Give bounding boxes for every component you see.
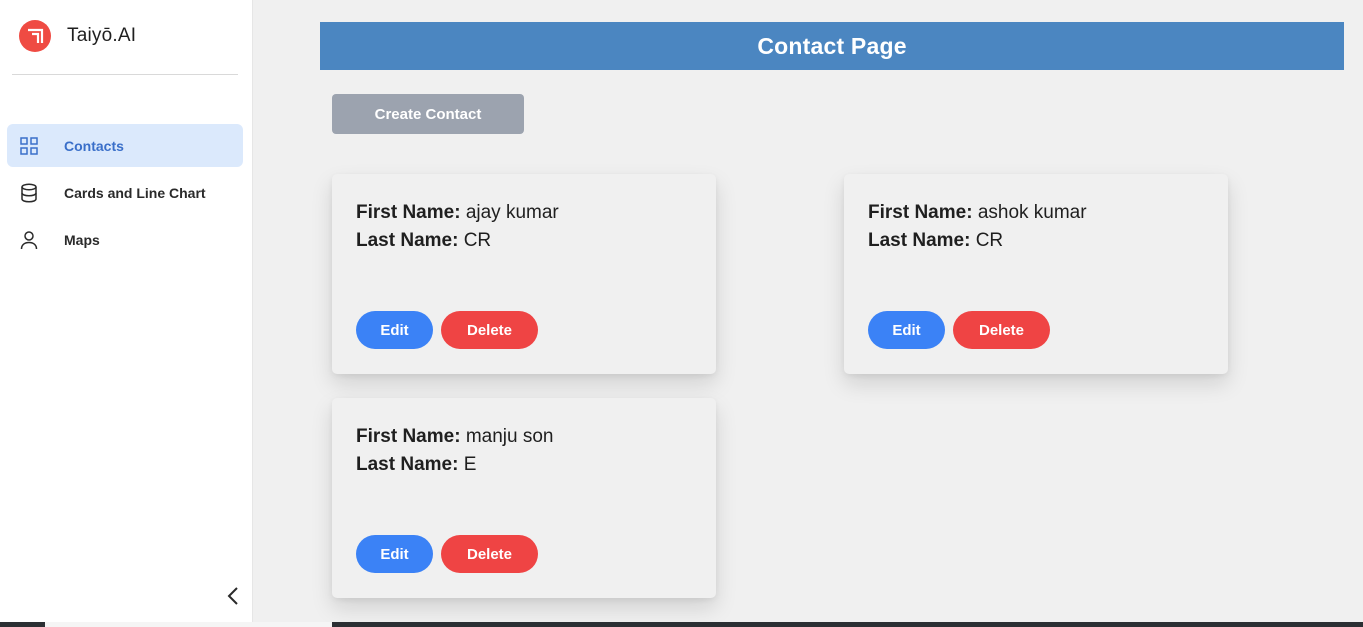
sidebar-item-cards-and-line-chart[interactable]: Cards and Line Chart	[7, 171, 243, 214]
sidebar-item-maps[interactable]: Maps	[7, 218, 243, 261]
first-name-row: First Name: manju son	[356, 426, 553, 448]
last-name-row: Last Name: CR	[868, 230, 1003, 252]
edit-button[interactable]: Edit	[356, 535, 433, 573]
first-name-label: First Name:	[356, 202, 461, 223]
database-icon	[19, 182, 39, 203]
brand-name: Taiyō.AI	[67, 25, 137, 46]
last-name-value: CR	[975, 230, 1004, 251]
last-name-row: Last Name: E	[356, 454, 476, 476]
edit-button[interactable]: Edit	[868, 311, 945, 349]
sidebar-nav: Contacts Cards and Line Chart Maps	[7, 124, 243, 265]
scrollbar-track	[45, 622, 332, 627]
chevron-left-icon	[227, 586, 239, 610]
first-name-value: manju son	[465, 426, 554, 447]
delete-button[interactable]: Delete	[441, 535, 538, 573]
contact-card: First Name: manju son Last Name: E Edit …	[332, 398, 716, 598]
edit-button[interactable]: Edit	[356, 311, 433, 349]
sidebar-item-label: Maps	[64, 231, 100, 248]
user-icon	[19, 230, 39, 250]
sidebar: Taiyō.AI Contacts Cards and Line Chart M…	[0, 0, 253, 622]
first-name-value: ashok kumar	[977, 202, 1087, 223]
collapse-sidebar-button[interactable]	[223, 586, 243, 610]
delete-button[interactable]: Delete	[441, 311, 538, 349]
grid-icon	[19, 136, 39, 156]
last-name-label: Last Name:	[868, 230, 971, 251]
sidebar-item-label: Cards and Line Chart	[64, 184, 206, 201]
contact-card: First Name: ajay kumar Last Name: CR Edi…	[332, 174, 716, 374]
app-root: Taiyō.AI Contacts Cards and Line Chart M…	[0, 0, 1363, 627]
page-header: Contact Page	[320, 22, 1344, 70]
page-title: Contact Page	[757, 32, 907, 59]
contact-card: First Name: ashok kumar Last Name: CR Ed…	[844, 174, 1228, 374]
sidebar-item-label: Contacts	[64, 137, 124, 154]
create-contact-button[interactable]: Create Contact	[332, 94, 524, 134]
last-name-label: Last Name:	[356, 454, 459, 475]
last-name-value: E	[463, 454, 477, 475]
last-name-row: Last Name: CR	[356, 230, 491, 252]
first-name-label: First Name:	[356, 426, 461, 447]
first-name-label: First Name:	[868, 202, 973, 223]
first-name-value: ajay kumar	[465, 202, 559, 223]
sidebar-item-contacts[interactable]: Contacts	[7, 124, 243, 167]
first-name-row: First Name: ashok kumar	[868, 202, 1087, 224]
brand[interactable]: Taiyō.AI	[19, 20, 136, 52]
last-name-label: Last Name:	[356, 230, 459, 251]
delete-button[interactable]: Delete	[953, 311, 1050, 349]
logo-icon	[19, 20, 51, 52]
first-name-row: First Name: ajay kumar	[356, 202, 559, 224]
divider	[12, 74, 238, 75]
last-name-value: CR	[463, 230, 492, 251]
